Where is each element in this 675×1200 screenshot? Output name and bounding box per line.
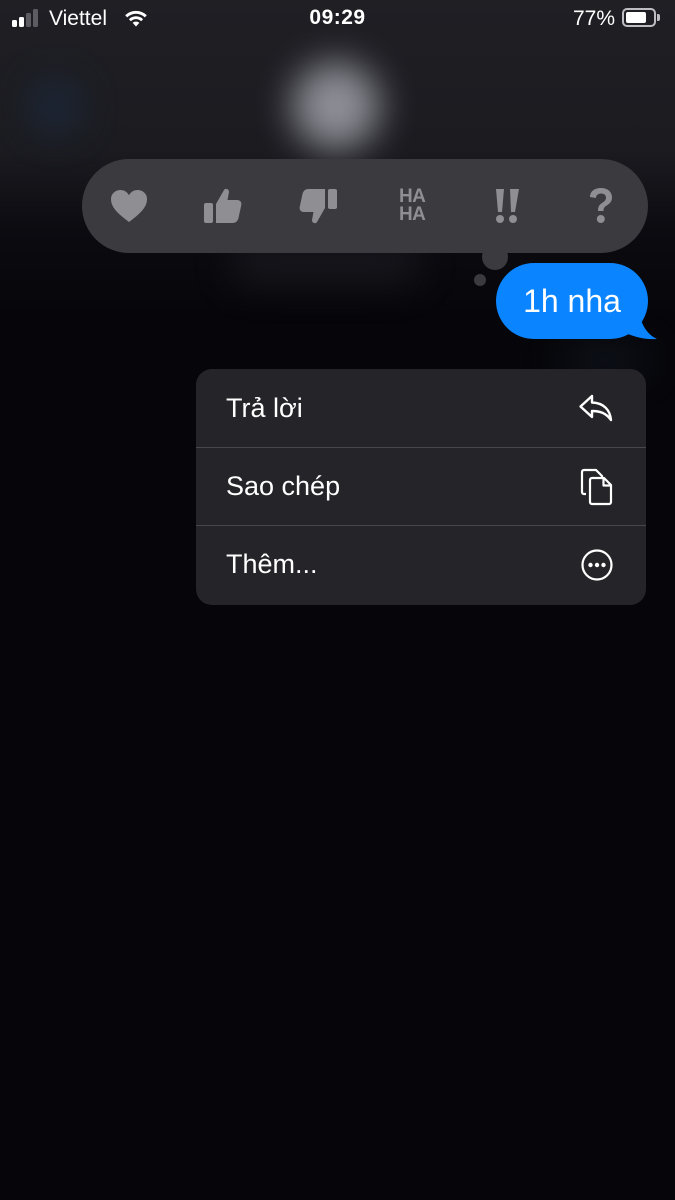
blurred-avatar: [292, 62, 380, 150]
menu-item-more[interactable]: Thêm...: [196, 525, 646, 603]
battery-percentage: 77%: [572, 7, 615, 30]
menu-item-label: Sao chép: [226, 471, 341, 501]
battery-terminal: [657, 14, 660, 21]
messages-context-screen: Viettel 09:29 77% HA HA 1h nha Trả lời S…: [0, 0, 675, 1200]
question-mark-icon[interactable]: [578, 183, 624, 229]
menu-item-label: Thêm...: [226, 549, 318, 579]
double-exclamation-icon[interactable]: [484, 183, 530, 229]
haha-icon[interactable]: HA HA: [389, 183, 435, 229]
more-icon: [580, 548, 614, 582]
message-bubble[interactable]: 1h nha: [496, 263, 648, 339]
status-bar: Viettel 09:29 77%: [0, 0, 675, 38]
tapback-tail-dot: [482, 244, 508, 270]
menu-item-copy[interactable]: Sao chép: [196, 447, 646, 525]
tapback-bar: HA HA: [82, 159, 648, 253]
copy-icon: [580, 468, 614, 506]
context-menu: Trả lời Sao chép Thêm...: [196, 369, 646, 605]
thumbs-up-icon[interactable]: [200, 183, 246, 229]
tapback-tail-dot-small: [474, 274, 486, 286]
battery-fill: [626, 12, 646, 23]
reply-icon: [578, 393, 614, 423]
thumbs-down-icon[interactable]: [295, 183, 341, 229]
battery-icon: [622, 8, 656, 27]
haha-label-bottom: HA: [398, 204, 426, 225]
menu-item-label: Trả lời: [226, 392, 303, 423]
message-text: 1h nha: [523, 282, 621, 319]
menu-item-reply[interactable]: Trả lời: [196, 369, 646, 447]
blurred-back-button: [28, 80, 82, 134]
heart-icon[interactable]: [106, 183, 152, 229]
